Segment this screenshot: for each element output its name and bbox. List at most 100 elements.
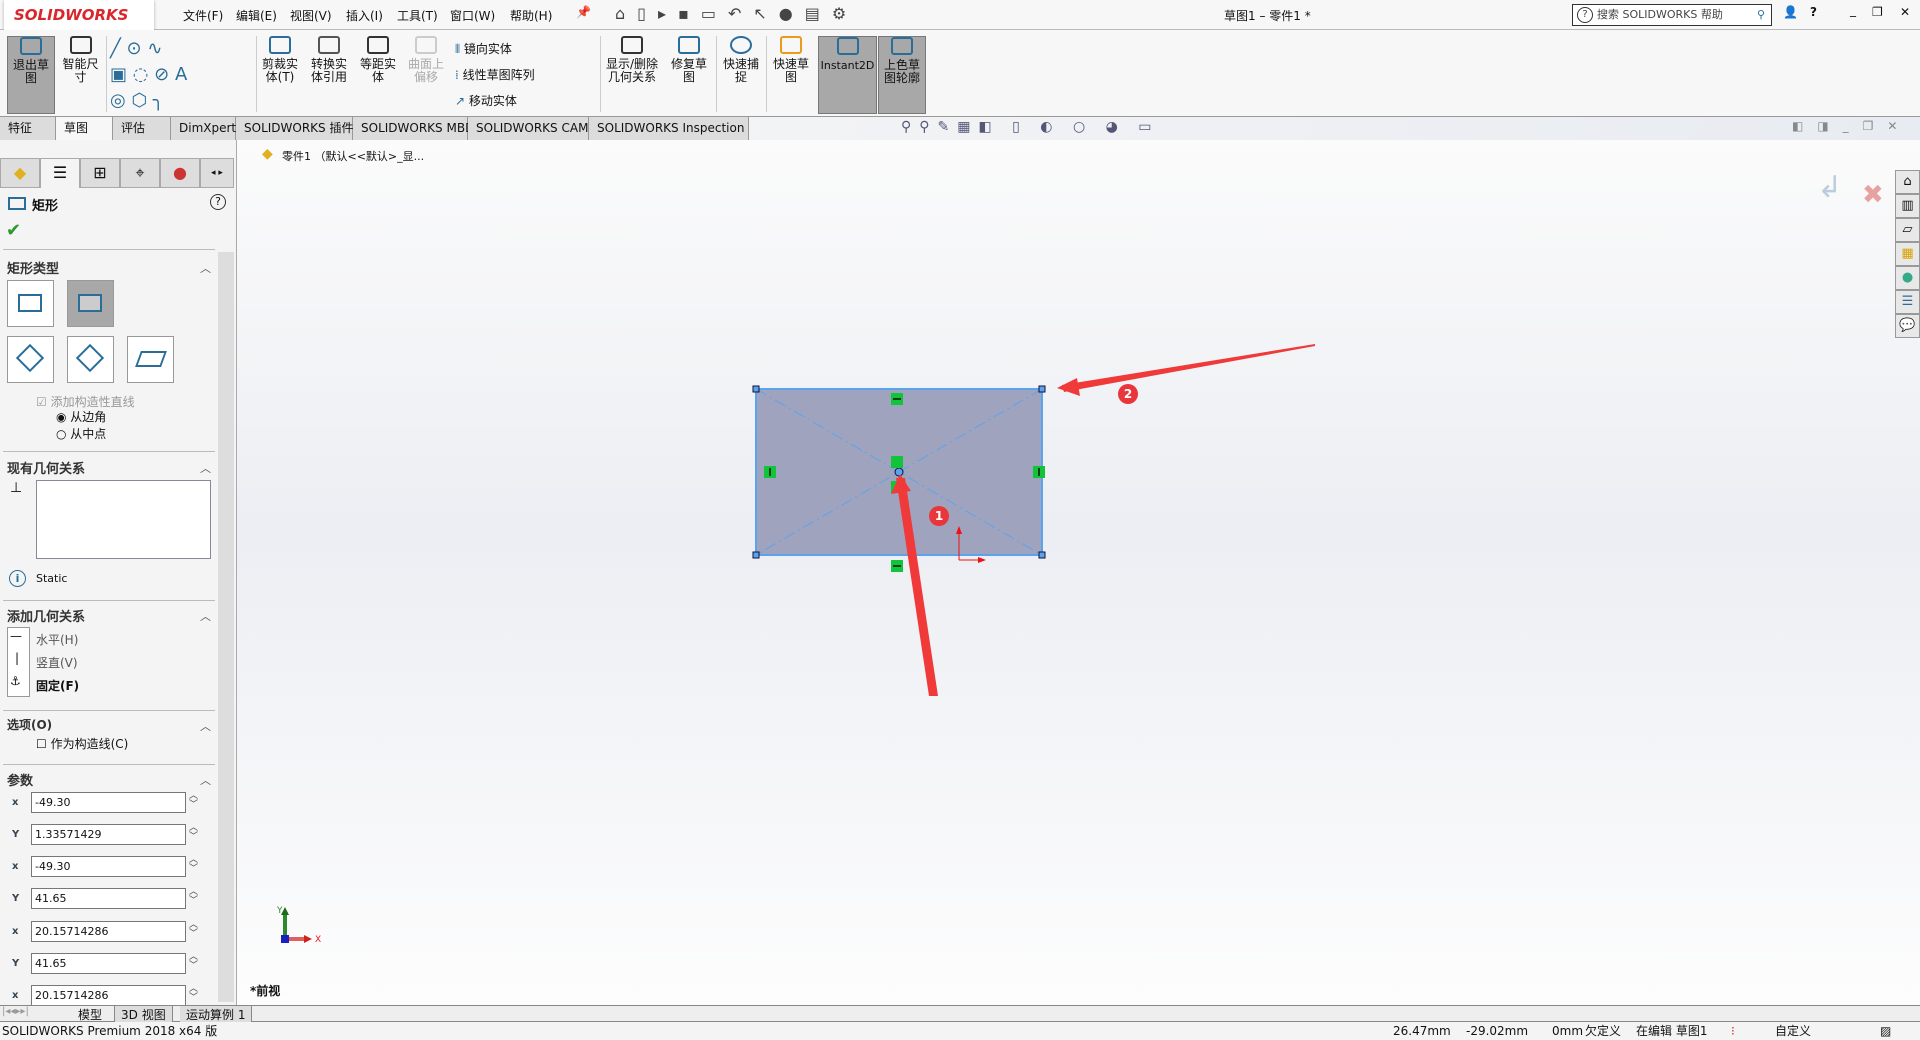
- viewport-window-controls[interactable]: ◧◨_❐✕: [1792, 119, 1912, 133]
- collapse-icon[interactable]: ︿: [200, 608, 211, 624]
- minimize-button[interactable]: _: [1850, 3, 1856, 17]
- menu-tools[interactable]: 工具(T): [397, 7, 438, 24]
- param-input[interactable]: 41.65: [31, 888, 186, 909]
- tab-scroll-buttons[interactable]: |◂◂▸▸|: [2, 1006, 29, 1017]
- heads-up-view-toolbar[interactable]: ⚲⚲✎▦◧ ▯ ◐ ○ ◕ ▭: [901, 119, 1160, 135]
- menu-edit[interactable]: 编辑(E): [236, 7, 277, 24]
- param-input[interactable]: -49.30: [31, 856, 186, 877]
- tab-model[interactable]: 模型: [78, 1006, 102, 1023]
- parallelogram-button[interactable]: [127, 336, 174, 383]
- center-rectangle-button[interactable]: [67, 280, 114, 327]
- spinner[interactable]: ︿ ﹀: [189, 792, 198, 810]
- param-input[interactable]: 1.33571429: [31, 824, 186, 845]
- exit-sketch-button[interactable]: 退出草图: [7, 36, 55, 114]
- tab-evaluate[interactable]: 评估: [113, 117, 171, 140]
- collapse-icon[interactable]: ︿: [200, 718, 211, 734]
- property-manager-tab[interactable]: ☰: [40, 158, 80, 188]
- tab-inspection[interactable]: SOLIDWORKS Inspection: [589, 117, 749, 140]
- sw-resources-icon[interactable]: ⌂: [1895, 170, 1920, 194]
- param-input[interactable]: 41.65: [31, 953, 186, 974]
- collapse-icon[interactable]: ︿: [200, 260, 211, 276]
- move-entities-button[interactable]: ↗ 移动实体: [455, 92, 517, 109]
- 3point-center-rectangle-button[interactable]: [67, 336, 114, 383]
- relation-fix[interactable]: 固定(F): [36, 677, 79, 694]
- sketch-state: 欠定义: [1585, 1024, 1622, 1038]
- menu-window[interactable]: 窗口(W): [450, 7, 495, 24]
- tab-motion-study[interactable]: 运动算例 1: [180, 1006, 253, 1023]
- repair-sketch-button[interactable]: 修复草图: [666, 36, 712, 84]
- view-palette-icon[interactable]: ▦: [1895, 242, 1920, 266]
- restore-button[interactable]: ❐: [1872, 5, 1883, 19]
- collapse-icon[interactable]: ︿: [200, 460, 211, 476]
- ok-checkmark-button[interactable]: ✔: [6, 220, 21, 241]
- search-icon[interactable]: ⚲: [1757, 5, 1765, 25]
- configuration-manager-tab[interactable]: ⊞: [80, 158, 120, 188]
- relation-vertical[interactable]: 竖直(V): [36, 654, 78, 671]
- rebuild-traffic-light-icon[interactable]: ⁝: [1731, 1022, 1735, 1040]
- quick-snaps-button[interactable]: 快速捕捉: [720, 36, 762, 84]
- tooltip-icon[interactable]: ▨: [1880, 1022, 1891, 1040]
- design-library-icon[interactable]: ▥: [1895, 194, 1920, 218]
- user-icon[interactable]: 👤: [1783, 5, 1798, 19]
- solidworks-logo[interactable]: SOLIDWORKS: [4, 0, 154, 32]
- feature-manager-tab[interactable]: ◆: [0, 158, 40, 188]
- custom-properties-icon[interactable]: ☰: [1895, 290, 1920, 314]
- smart-dimension-button[interactable]: 智能尺寸: [58, 36, 103, 84]
- tab-dimxpert[interactable]: DimXpert: [171, 117, 236, 140]
- collapse-icon[interactable]: ︿: [200, 772, 211, 788]
- help-icon[interactable]: ?: [210, 194, 226, 210]
- radio-from-corners[interactable]: ◉ 从边角: [56, 408, 106, 425]
- tab-3d-views[interactable]: 3D 视图: [114, 1006, 173, 1023]
- shaded-sketch-contours-button[interactable]: 上色草图轮廓: [878, 36, 926, 114]
- tab-addins[interactable]: SOLIDWORKS 插件: [236, 117, 353, 140]
- quick-access-toolbar[interactable]: ⌂▯▸▪▭↶↖●▤⚙: [615, 4, 858, 23]
- panel-scrollbar[interactable]: [218, 252, 234, 1002]
- offset-entities-button[interactable]: 等距实体: [356, 36, 400, 84]
- menu-file[interactable]: 文件(F): [183, 7, 223, 24]
- help-menu-icon[interactable]: ?: [1810, 5, 1817, 19]
- help-search-input[interactable]: ? 搜索 SOLIDWORKS 帮助 ⚲: [1572, 4, 1772, 26]
- dimxpert-manager-tab[interactable]: ⌖: [120, 158, 160, 188]
- spinner[interactable]: ︿ ﹀: [189, 824, 198, 842]
- display-relations-button[interactable]: 显示/删除几何关系: [604, 36, 660, 84]
- spinner[interactable]: ︿ ﹀: [189, 856, 198, 874]
- spinner[interactable]: ︿ ﹀: [189, 921, 198, 939]
- spinner[interactable]: ︿ ﹀: [189, 888, 198, 906]
- display-manager-tab[interactable]: ●: [160, 158, 200, 188]
- tab-sketch[interactable]: 草图: [56, 117, 113, 140]
- tab-features[interactable]: 特征: [0, 117, 56, 140]
- radio-from-midpoints[interactable]: ○ 从中点: [56, 425, 106, 442]
- param-input[interactable]: 20.15714286: [31, 921, 186, 942]
- tab-cam[interactable]: SOLIDWORKS CAM: [468, 117, 589, 140]
- sketch-entity-tools[interactable]: ╱ ⊙ ∿ ▣ ◌ ⊘ A ◎ ⬡ ╮: [110, 36, 250, 114]
- param-input[interactable]: 20.15714286: [31, 985, 186, 1005]
- spinner[interactable]: ︿ ﹀: [189, 985, 198, 1003]
- menu-help[interactable]: 帮助(H): [510, 7, 552, 24]
- forum-icon[interactable]: 💬: [1895, 314, 1920, 338]
- linear-pattern-button[interactable]: ⁞ 线性草图阵列: [455, 66, 535, 83]
- for-construction-checkbox[interactable]: ☐ 作为构造线(C): [36, 735, 128, 752]
- graphics-area[interactable]: ▶ ◆ 零件1 （默认<<默认>_显... ↲ ✖ 1 2 Y X *前视: [202, 140, 1920, 1005]
- spinner[interactable]: ︿ ﹀: [189, 953, 198, 971]
- file-explorer-icon[interactable]: ▱: [1895, 218, 1920, 242]
- close-button[interactable]: ✕: [1900, 5, 1910, 19]
- sketch-canvas[interactable]: [237, 140, 1920, 1005]
- mirror-entities-button[interactable]: ⫴ 镜向实体: [455, 40, 512, 57]
- units-selector[interactable]: 自定义: [1775, 1022, 1811, 1040]
- corner-rectangle-button[interactable]: [7, 280, 54, 327]
- pin-icon[interactable]: 📌: [576, 5, 591, 19]
- tab-mbd[interactable]: SOLIDWORKS MBD: [353, 117, 474, 140]
- menu-insert[interactable]: 插入(I): [346, 7, 383, 24]
- menu-view[interactable]: 视图(V): [290, 7, 332, 24]
- param-input[interactable]: -49.30: [31, 792, 186, 813]
- offset-on-surface-button[interactable]: 曲面上偏移: [406, 36, 446, 84]
- 3point-corner-rectangle-button[interactable]: [7, 336, 54, 383]
- convert-entities-button[interactable]: 转换实体引用: [307, 36, 351, 84]
- rapid-sketch-button[interactable]: 快速草图: [770, 36, 812, 84]
- panel-tab-scroll[interactable]: ◂ ▸: [200, 158, 234, 188]
- relation-horizontal[interactable]: 水平(H): [36, 631, 78, 648]
- existing-relations-list[interactable]: [36, 480, 211, 559]
- appearances-icon[interactable]: ●: [1895, 266, 1920, 290]
- instant2d-button[interactable]: Instant2D: [818, 36, 877, 114]
- trim-entities-button[interactable]: 剪裁实体(T): [260, 36, 300, 84]
